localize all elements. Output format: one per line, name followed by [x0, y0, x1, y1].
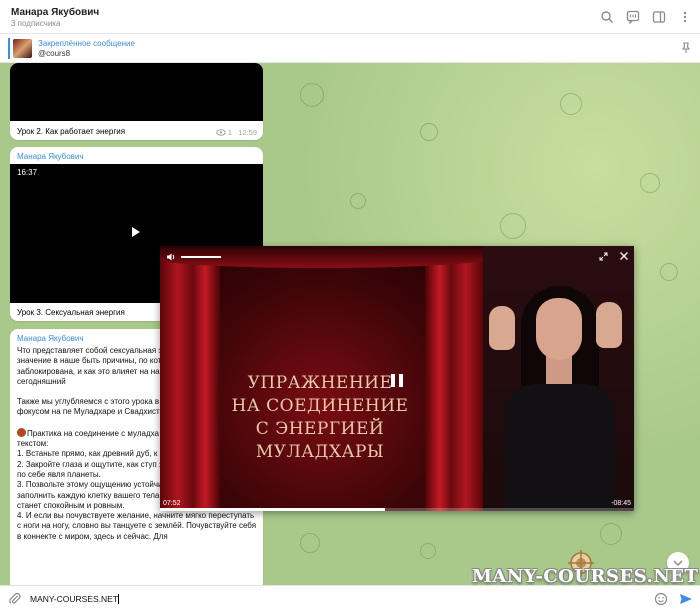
background-doodle: [420, 543, 436, 559]
volume-icon[interactable]: [166, 252, 176, 262]
presenter-hand: [489, 306, 515, 350]
background-doodle: [600, 523, 622, 545]
video-title-line: С ЭНЕРГИЕЙ МУЛАДХАРЫ: [255, 419, 385, 462]
presenter-face: [536, 298, 582, 360]
chat-header: Манара Якубович 3 подписчика: [0, 0, 700, 34]
pin-list-icon[interactable]: [680, 42, 692, 54]
background-doodle: [640, 173, 660, 193]
background-doodle: [300, 83, 324, 107]
emoji-icon: [17, 427, 26, 437]
volume-slider[interactable]: [181, 256, 221, 258]
text-caret: [118, 594, 120, 604]
message-caption: Урок 3. Сексуальная энергия: [17, 308, 125, 317]
background-doodle: [500, 213, 526, 239]
pause-icon[interactable]: [391, 374, 403, 387]
seek-bar-progress: [160, 508, 386, 511]
close-icon[interactable]: [619, 251, 629, 261]
background-doodle: [300, 533, 320, 553]
pinned-message[interactable]: Закреплённое сообщение @cours8: [0, 34, 700, 63]
presenter-dress: [505, 384, 615, 511]
view-count: 1: [227, 128, 232, 137]
play-icon[interactable]: [132, 227, 140, 237]
header-actions: [600, 10, 692, 25]
channel-title[interactable]: Манара Якубович: [11, 7, 99, 18]
emoji-icon[interactable]: [654, 592, 668, 606]
message-input-value: MANY-COURSES.NET: [30, 594, 119, 604]
video-title-overlay: УПРАЖНЕНИЕ НА СОЕДИНЕНИЕ С ЭНЕРГИЕЙ МУЛА…: [200, 372, 440, 464]
presenter-hand: [596, 302, 622, 348]
sender-name[interactable]: Манара Якубович: [17, 334, 84, 343]
search-icon[interactable]: [600, 10, 614, 24]
more-icon[interactable]: [678, 10, 692, 24]
video-title-line: УПРАЖНЕНИЕ: [247, 373, 393, 393]
video-player[interactable]: УПРАЖНЕНИЕ НА СОЕДИНЕНИЕ С ЭНЕРГИЕЙ МУЛА…: [160, 246, 634, 511]
video-preview[interactable]: [10, 63, 263, 121]
video-presenter: [483, 246, 634, 511]
attach-icon[interactable]: [8, 592, 22, 606]
background-doodle: [420, 123, 438, 141]
subscriber-count: 3 подписчика: [11, 19, 61, 28]
pinned-text: @cours8: [38, 49, 71, 58]
pinned-thumbnail: [13, 39, 32, 58]
video-title-line: НА СОЕДИНЕНИЕ: [231, 396, 409, 416]
comments-icon[interactable]: [626, 10, 640, 25]
views-eye-icon: [215, 128, 228, 137]
sidebar-icon[interactable]: [652, 10, 666, 24]
message-input-bar: MANY-COURSES.NET: [0, 585, 700, 612]
video-duration: 16:37: [17, 168, 38, 177]
message-input[interactable]: MANY-COURSES.NET: [30, 594, 120, 604]
send-icon[interactable]: [679, 592, 693, 606]
pinned-indicator: [8, 38, 10, 59]
message-meta: 1 12:59: [215, 128, 257, 137]
video-frame-stage: УПРАЖНЕНИЕ НА СОЕДИНЕНИЕ С ЭНЕРГИЕЙ МУЛА…: [160, 246, 483, 511]
pip-icon[interactable]: [599, 252, 608, 261]
message-time: 12:59: [238, 128, 257, 137]
message-bubble[interactable]: Урок 2. Как работает энергия 1 12:59: [10, 63, 263, 140]
watermark: MANY-COURSES.NET: [472, 566, 699, 587]
pinned-title: Закреплённое сообщение: [38, 39, 135, 48]
background-doodle: [660, 263, 678, 281]
remaining-time: -08:45: [611, 500, 631, 507]
background-doodle: [350, 193, 366, 209]
sender-name[interactable]: Манара Якубович: [17, 152, 84, 161]
background-doodle: [560, 93, 582, 115]
message-caption: Урок 2. Как работает энергия: [17, 127, 126, 136]
current-time: 07:52: [163, 500, 181, 507]
